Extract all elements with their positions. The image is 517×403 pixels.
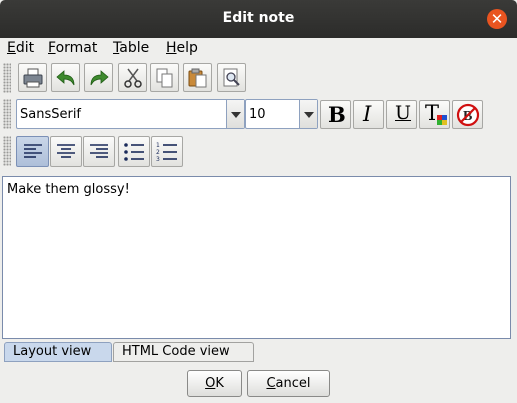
svg-text:3: 3 xyxy=(156,156,160,163)
align-right-button[interactable] xyxy=(83,136,115,167)
chevron-down-icon[interactable] xyxy=(226,100,244,128)
cut-button[interactable] xyxy=(118,63,147,92)
find-icon xyxy=(223,68,240,87)
title-bar[interactable]: Edit note ✕ xyxy=(0,0,517,38)
numbered-list-button[interactable]: 123 xyxy=(151,136,183,167)
align-right-icon xyxy=(90,144,108,158)
font-toolbar: SansSerif 10 B I U T B xyxy=(0,97,490,131)
edit-toolbar xyxy=(0,61,260,95)
toolbar-grip[interactable] xyxy=(3,63,11,93)
italic-button[interactable]: I xyxy=(353,100,384,129)
color-swatch-icon xyxy=(437,115,447,125)
print-icon xyxy=(23,68,43,88)
font-size-select[interactable]: 10 xyxy=(245,99,318,129)
bold-button[interactable]: B xyxy=(320,100,351,129)
svg-text:2: 2 xyxy=(156,149,160,156)
menu-edit[interactable]: Edit xyxy=(7,40,34,56)
font-family-select[interactable]: SansSerif xyxy=(16,99,245,129)
edit-note-dialog: Edit note ✕ Edit Format Table Help SansS… xyxy=(0,0,517,403)
note-editor[interactable]: Make them glossy! xyxy=(2,176,511,339)
view-tabs: Layout view HTML Code view xyxy=(2,342,515,362)
text-color-button[interactable]: T xyxy=(419,100,450,129)
menu-format[interactable]: Format xyxy=(48,40,97,56)
chevron-down-icon[interactable] xyxy=(299,100,317,128)
menu-table[interactable]: Table xyxy=(113,40,149,56)
paste-icon xyxy=(188,68,207,88)
window-title: Edit note xyxy=(222,10,295,26)
note-text[interactable]: Make them glossy! xyxy=(7,182,130,197)
redo-button[interactable] xyxy=(84,63,113,92)
paste-button[interactable] xyxy=(183,63,212,92)
tab-layout-view[interactable]: Layout view xyxy=(4,342,112,362)
align-left-button[interactable] xyxy=(16,136,49,167)
bold-icon: B xyxy=(328,102,346,127)
print-button[interactable] xyxy=(18,63,47,92)
menu-bar: Edit Format Table Help xyxy=(0,38,517,60)
tab-html-code-view[interactable]: HTML Code view xyxy=(113,342,254,362)
redo-icon xyxy=(90,70,109,86)
align-center-icon xyxy=(57,144,75,158)
close-icon[interactable]: ✕ xyxy=(487,9,507,29)
underline-icon: U xyxy=(395,102,412,124)
clear-format-icon: B xyxy=(456,103,480,127)
cut-icon xyxy=(124,68,142,88)
align-center-button[interactable] xyxy=(50,136,82,167)
find-button[interactable] xyxy=(217,63,246,92)
undo-button[interactable] xyxy=(51,63,80,92)
bullet-list-icon xyxy=(124,143,144,161)
toolbar-grip[interactable] xyxy=(3,136,11,166)
clear-format-button[interactable]: B xyxy=(452,100,483,129)
copy-button[interactable] xyxy=(150,63,179,92)
ok-button[interactable]: OK xyxy=(187,370,242,397)
cancel-button[interactable]: Cancel xyxy=(247,370,330,397)
numbered-list-icon: 123 xyxy=(156,142,177,163)
italic-icon: I xyxy=(363,102,372,126)
toolbar-grip[interactable] xyxy=(3,99,11,129)
bullet-list-button[interactable] xyxy=(118,136,150,167)
menu-help[interactable]: Help xyxy=(166,40,198,56)
underline-button[interactable]: U xyxy=(386,100,417,129)
svg-text:1: 1 xyxy=(156,142,160,149)
align-left-icon xyxy=(24,144,42,158)
copy-icon xyxy=(156,68,173,88)
paragraph-toolbar: 123 xyxy=(0,134,190,168)
undo-icon xyxy=(56,70,75,86)
